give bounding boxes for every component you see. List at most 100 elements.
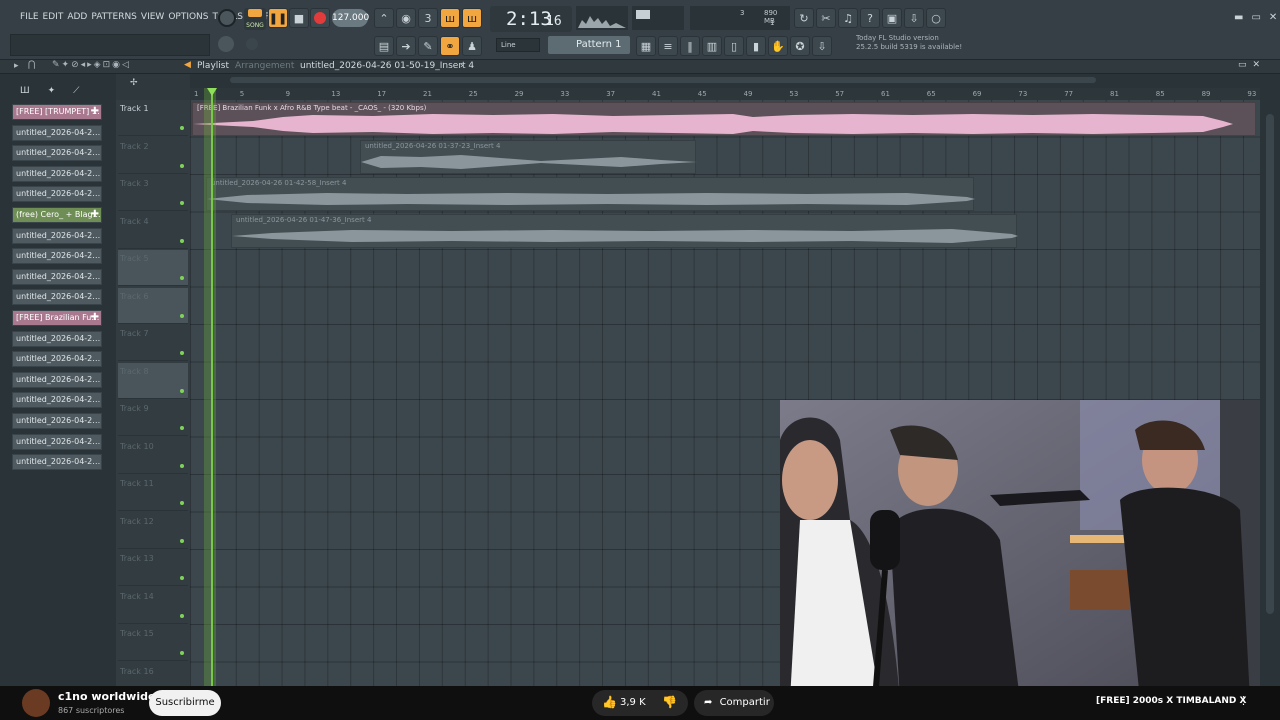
plus-icon[interactable]: ✚	[91, 311, 99, 325]
picker-automation-tab-icon[interactable]: ⟋	[73, 86, 79, 96]
picker-audio-tab-icon[interactable]: ✦	[48, 86, 56, 96]
channel-item[interactable]: untitled_2026-04-26 01-...	[12, 186, 102, 203]
menu-add[interactable]: ADD	[67, 12, 87, 22]
track-mute-led[interactable]	[180, 276, 184, 280]
thumbs-down-icon[interactable]: 👎	[662, 695, 677, 709]
mixer-window-icon[interactable]: ‖	[680, 36, 700, 56]
piano-roll-icon[interactable]: ≡	[658, 36, 678, 56]
track-header[interactable]: Track 2	[118, 138, 188, 174]
menu-file[interactable]: FILE	[20, 12, 39, 22]
plus-icon[interactable]: ✚	[91, 208, 99, 222]
track-header[interactable]: Track 9	[118, 400, 188, 436]
channel-item[interactable]: untitled_2026-04-26 01-...	[12, 392, 102, 409]
track-header[interactable]: Track 1	[118, 100, 188, 136]
master-volume-knob[interactable]	[218, 9, 236, 27]
plugin-picker-icon[interactable]: ▮	[746, 36, 766, 56]
playlist-maximize-icon[interactable]: ▭	[1238, 60, 1247, 70]
channel-item[interactable]: [FREE] [TRUMPET] Tru... ✚	[12, 104, 102, 120]
horizontal-scrollbar[interactable]	[190, 74, 1260, 88]
channel-item[interactable]: untitled_2026-04-26 01-...	[12, 145, 102, 162]
menu-view[interactable]: VIEW	[141, 12, 164, 22]
subscribe-button[interactable]: Suscribirme	[149, 690, 221, 716]
track-mute-led[interactable]	[180, 576, 184, 580]
track-header[interactable]: Track 6	[118, 287, 188, 324]
audio-clip-insert-4-b[interactable]: untitled_2026-04-26 01-42-58_Insert 4	[206, 177, 975, 211]
channel-item[interactable]: untitled_2026-04-26 01-...	[12, 289, 102, 306]
track-mute-led[interactable]	[180, 501, 184, 505]
track-mute-led[interactable]	[180, 463, 184, 468]
track-header[interactable]: Track 8	[118, 362, 188, 399]
undo-history-icon[interactable]: ↻	[794, 8, 814, 28]
menu-options[interactable]: OPTIONS	[168, 12, 208, 22]
mixer-view-icon[interactable]: ▤	[374, 36, 394, 56]
render-icon[interactable]: ⇩	[904, 8, 924, 28]
channel-item[interactable]: untitled_2026-04-26 01-...	[12, 268, 102, 285]
audio-clip-insert-4-a[interactable]: untitled_2026-04-26 01-37-23_Insert 4	[360, 140, 697, 174]
wait-record-button[interactable]: ◉	[396, 8, 416, 28]
track-mute-led[interactable]	[180, 126, 184, 130]
track-mute-led[interactable]	[180, 351, 184, 355]
scroll-thumb[interactable]	[230, 77, 1096, 83]
thumbs-up-icon[interactable]: 👍	[602, 695, 617, 709]
channel-item[interactable]: (free) Cero_ + Blagh... ✚	[12, 207, 102, 223]
pause-button[interactable]: ❚❚	[268, 8, 288, 28]
track-mute-led[interactable]	[180, 163, 184, 168]
snap-select[interactable]: Line	[496, 38, 540, 52]
help-icon[interactable]: ?	[860, 8, 880, 28]
track-mute-led[interactable]	[180, 201, 184, 205]
plus-icon[interactable]: ✚	[91, 105, 99, 119]
loop-record-button[interactable]: ш	[462, 8, 482, 28]
track-header[interactable]: Track 13	[118, 550, 188, 586]
channel-name[interactable]: c1no worldwide	[58, 690, 155, 703]
arrow-right-icon[interactable]: ▸	[14, 61, 19, 71]
track-mute-led[interactable]	[180, 613, 184, 618]
touch-controller-icon[interactable]: ✋	[768, 36, 788, 56]
next-video-title[interactable]: [FREE] 2000s X TIMBALAND X	[1096, 696, 1246, 706]
timeline-ruler[interactable]: 1 5 9 13 17 21 25 29 33 37 41 45 49 53 57 61 65 69 73 77 81 8…	[190, 88, 1260, 100]
playlist-close-icon[interactable]: ✕	[1253, 60, 1261, 70]
browser-window-icon[interactable]: ▯	[724, 36, 744, 56]
track-header[interactable]: Track 7	[118, 325, 188, 361]
channel-rack-icon[interactable]: ▥	[702, 36, 722, 56]
playlist-file[interactable]: untitled_2026-04-26 01-50-19_Insert 4	[300, 61, 474, 71]
channel-item[interactable]: untitled_2026-04-26 01-...	[12, 433, 102, 450]
record-button[interactable]	[310, 8, 330, 28]
minimize-icon[interactable]: ▬	[1234, 12, 1243, 23]
channel-item[interactable]: [FREE] Brazilian Funk... ✚	[12, 310, 102, 326]
maximize-icon[interactable]: ▭	[1251, 12, 1260, 23]
tempo-tapper-icon[interactable]: ✪	[790, 36, 810, 56]
channel-item[interactable]: untitled_2026-04-26 01-...	[12, 227, 102, 244]
vertical-scroll-thumb[interactable]	[1266, 114, 1274, 614]
menu-patterns[interactable]: PATTERNS	[91, 12, 137, 22]
magnet-icon[interactable]: ⋂	[28, 60, 35, 70]
pitch-knob[interactable]	[218, 36, 234, 52]
download-icon[interactable]: ⇩	[812, 36, 832, 56]
channel-item[interactable]: untitled_2026-04-26 01-...	[12, 454, 102, 471]
audio-clip-brazilian-funk[interactable]: [FREE] Brazilian Funk x Afro R&B Type be…	[192, 102, 1256, 136]
news-panel[interactable]: Today FL Studio version 25.2.5 build 531…	[856, 34, 966, 56]
swing-knob[interactable]	[246, 38, 258, 50]
channel-item[interactable]: untitled_2026-04-26 01-...	[12, 248, 102, 265]
track-header[interactable]: Track 4	[118, 213, 188, 249]
more-options-icon[interactable]: ⋮	[1238, 694, 1249, 707]
arrow-icon[interactable]: ➔	[396, 36, 416, 56]
audio-clip-insert-4-c[interactable]: untitled_2026-04-26 01-47-36_Insert 4	[231, 214, 1018, 248]
playhead-marker[interactable]	[211, 88, 213, 686]
channel-item[interactable]: untitled_2026-04-26 01-...	[12, 351, 102, 368]
channel-item[interactable]: untitled_2026-04-26 01-...	[12, 124, 102, 141]
time-display[interactable]: 2:13 16	[490, 6, 572, 32]
channel-item[interactable]: untitled_2026-04-26 01-...	[12, 371, 102, 388]
track-header[interactable]: Track 15	[118, 625, 188, 661]
stop-button[interactable]: ■	[289, 8, 309, 28]
countdown-button[interactable]: 3	[418, 8, 438, 28]
pencil-icon[interactable]: ✎	[418, 36, 438, 56]
track-header[interactable]: Track 5	[118, 250, 188, 286]
track-mute-led[interactable]	[180, 238, 184, 243]
save-icon[interactable]: ▣	[882, 8, 902, 28]
track-mute-led[interactable]	[180, 426, 184, 430]
menu-edit[interactable]: EDIT	[43, 12, 64, 22]
track-header[interactable]: Track 11	[118, 475, 188, 511]
track-header[interactable]: Track 14	[118, 588, 188, 624]
playlist-tools[interactable]: ✎✦⊘◂▸◈⊡◉◁	[52, 60, 131, 70]
vertical-scrollbar[interactable]	[1260, 74, 1280, 686]
